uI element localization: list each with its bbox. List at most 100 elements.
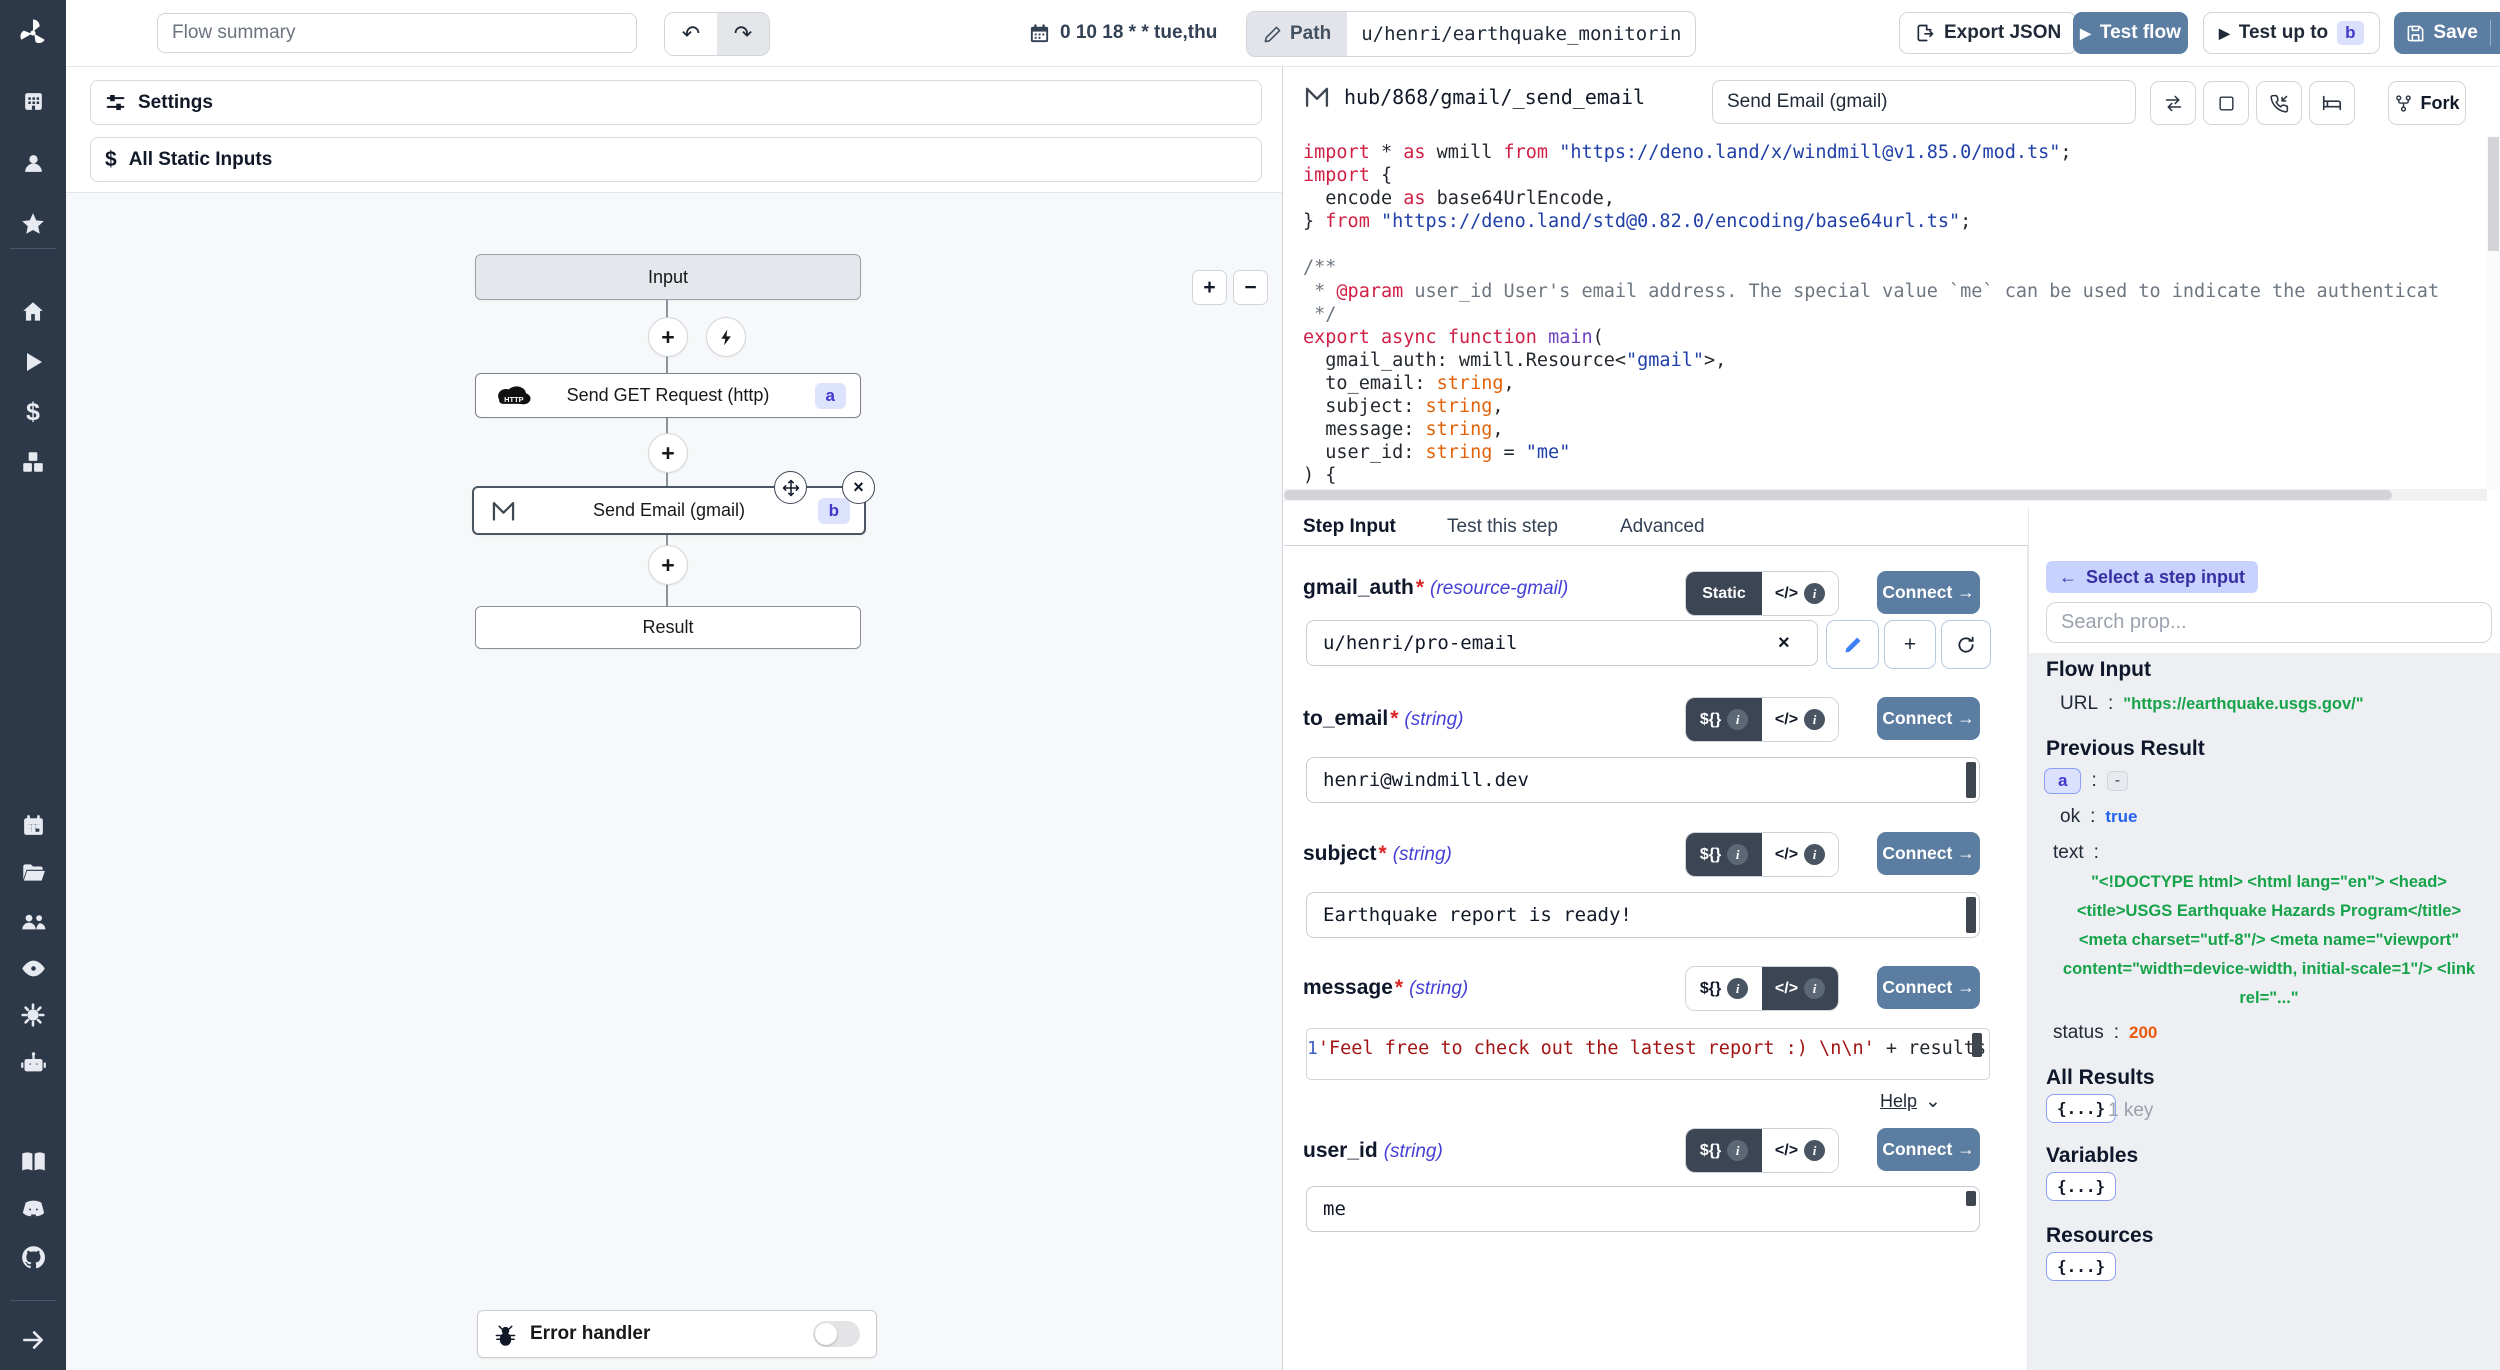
prop-value[interactable]: true xyxy=(2105,807,2137,827)
collapse-chip[interactable]: - xyxy=(2107,771,2128,791)
textarea-resize-handle[interactable] xyxy=(1966,897,1976,933)
prop-value[interactable]: "https://earthquake.usgs.gov/" xyxy=(2123,695,2363,714)
textarea-resize-handle[interactable] xyxy=(1966,762,1976,798)
code-editor[interactable]: import * as wmill from "https://deno.lan… xyxy=(1303,141,2471,489)
info-icon[interactable]: i xyxy=(1804,583,1825,604)
flow-graph-canvas[interactable]: + − Input + HTTP Send GET Request (http)… xyxy=(66,192,1282,1370)
to-email-input[interactable] xyxy=(1306,757,1980,803)
sidebar-item-favorites[interactable] xyxy=(0,202,66,246)
scrollbar-thumb[interactable] xyxy=(2488,137,2499,251)
variables-object-chip[interactable]: {...} xyxy=(2046,1172,2116,1201)
flow-node-result[interactable]: Result xyxy=(475,606,861,649)
step-a-chip[interactable]: a xyxy=(2044,768,2081,794)
info-icon[interactable]: i xyxy=(1804,844,1825,865)
sidebar-item-schedules[interactable] xyxy=(0,803,66,847)
all-results-object-chip[interactable]: {...} xyxy=(2046,1094,2116,1123)
zoom-in-button[interactable]: + xyxy=(1192,270,1227,305)
all-static-inputs-row[interactable]: $ All Static Inputs xyxy=(90,137,1262,182)
expand-editor-button[interactable] xyxy=(2203,81,2249,125)
flow-node-send-email-selected[interactable]: Send Email (gmail) b xyxy=(472,486,866,535)
flow-node-get-request[interactable]: HTTP Send GET Request (http) a xyxy=(475,373,861,418)
tab-advanced[interactable]: Advanced xyxy=(1620,507,1705,546)
save-button[interactable]: Save ⌄ xyxy=(2394,12,2500,54)
info-icon[interactable]: i xyxy=(1804,978,1825,999)
textarea-resize-handle[interactable] xyxy=(1966,1191,1976,1206)
test-flow-button[interactable]: ▶ Test flow xyxy=(2073,12,2188,54)
mode-static[interactable]: ${}i xyxy=(1686,967,1762,1010)
prop-value[interactable]: 200 xyxy=(2129,1023,2157,1043)
sidebar-item-discord[interactable] xyxy=(0,1187,66,1231)
sidebar-item-docs[interactable] xyxy=(0,1139,66,1183)
prop-row-ok[interactable]: ok: true xyxy=(2060,806,2137,828)
flow-settings-row[interactable]: Settings xyxy=(90,80,1262,125)
undo-button[interactable]: ↶ xyxy=(665,13,717,55)
sidebar-item-runs[interactable] xyxy=(0,340,66,384)
message-code-editor[interactable]: 1 'Feel free to check out the latest rep… xyxy=(1306,1028,1990,1080)
refresh-resource-button[interactable] xyxy=(1941,620,1991,669)
sidebar-item-variables[interactable]: $ xyxy=(0,390,66,434)
sidebar-item-workspace[interactable] xyxy=(0,79,66,123)
prop-row-text[interactable]: text: xyxy=(2053,842,2099,864)
add-step-button[interactable]: + xyxy=(648,545,688,585)
diff-mode-button[interactable] xyxy=(2309,81,2355,125)
tab-test-this-step[interactable]: Test this step xyxy=(1447,507,1558,546)
test-up-to-button[interactable]: ▶ Test up to b xyxy=(2203,12,2380,54)
mode-static[interactable]: Static xyxy=(1686,572,1762,615)
sidebar-item-folders[interactable] xyxy=(0,851,66,895)
info-icon[interactable]: i xyxy=(1804,709,1825,730)
connect-button-gmail-auth[interactable]: Connect → xyxy=(1877,571,1980,614)
select-step-input-button[interactable]: ← Select a step input xyxy=(2046,561,2258,593)
textarea-resize-handle[interactable] xyxy=(1972,1033,1982,1057)
windmill-logo[interactable] xyxy=(0,10,66,56)
redo-button[interactable]: ↷ xyxy=(717,13,769,55)
sidebar-item-groups[interactable] xyxy=(0,899,66,943)
flow-node-input[interactable]: Input xyxy=(475,254,861,300)
mode-javascript[interactable]: </>i xyxy=(1762,698,1838,741)
info-icon[interactable]: i xyxy=(1804,1140,1825,1161)
sidebar-item-home[interactable] xyxy=(0,290,66,334)
prop-row-status[interactable]: status: 200 xyxy=(2053,1022,2157,1044)
delete-step-button[interactable]: × xyxy=(842,471,875,504)
mode-static[interactable]: ${}i xyxy=(1686,698,1762,741)
code-horizontal-scrollbar[interactable] xyxy=(1284,489,2487,501)
mode-static[interactable]: ${}i xyxy=(1686,833,1762,876)
sidebar-item-github[interactable] xyxy=(0,1235,66,1279)
clear-resource-icon[interactable]: × xyxy=(1778,632,1790,655)
code-vertical-scrollbar[interactable] xyxy=(2487,136,2500,489)
add-step-button[interactable]: + xyxy=(648,433,688,473)
schedule-cron[interactable]: 0 10 18 * * tue,thu xyxy=(1028,0,1217,66)
info-icon[interactable]: i xyxy=(1727,1140,1748,1161)
step-name-input[interactable] xyxy=(1712,80,2136,124)
prop-row-url[interactable]: URL: "https://earthquake.usgs.gov/" xyxy=(2060,693,2364,715)
sidebar-item-resources[interactable] xyxy=(0,440,66,484)
export-json-button[interactable]: Export JSON xyxy=(1899,12,2077,54)
trigger-button[interactable] xyxy=(706,317,746,357)
path-group[interactable]: Path u/henri/earthquake_monitorin xyxy=(1246,11,1696,57)
user-id-input[interactable] xyxy=(1306,1186,1980,1232)
error-handler-toggle[interactable] xyxy=(813,1321,860,1347)
flow-summary-input[interactable] xyxy=(157,13,637,53)
connect-button-subject[interactable]: Connect → xyxy=(1877,832,1980,875)
connect-button-user-id[interactable]: Connect → xyxy=(1877,1128,1980,1171)
search-prop-input[interactable] xyxy=(2046,602,2492,643)
mode-javascript[interactable]: </>i xyxy=(1762,1129,1838,1172)
mode-javascript[interactable]: </>i xyxy=(1762,833,1838,876)
connect-button-message[interactable]: Connect → xyxy=(1877,966,1980,1009)
mode-javascript[interactable]: </>i xyxy=(1762,967,1838,1010)
path-chip[interactable]: Path xyxy=(1247,12,1347,56)
zoom-out-button[interactable]: − xyxy=(1233,270,1268,305)
sidebar-expand-button[interactable] xyxy=(0,1318,66,1362)
resources-object-chip[interactable]: {...} xyxy=(2046,1252,2116,1281)
tab-step-input[interactable]: Step Input xyxy=(1303,507,1396,549)
mode-javascript[interactable]: </>i xyxy=(1762,572,1838,615)
info-icon[interactable]: i xyxy=(1727,844,1748,865)
sidebar-item-settings[interactable] xyxy=(0,993,66,1037)
fork-button[interactable]: Fork xyxy=(2388,81,2466,125)
sidebar-item-user[interactable] xyxy=(0,141,66,185)
message-code-line[interactable]: 'Feel free to check out the latest repor… xyxy=(1318,1029,1990,1079)
text-value[interactable]: "<!DOCTYPE html> <html lang="en"> <head>… xyxy=(2056,868,2482,1013)
mode-static[interactable]: ${}i xyxy=(1686,1129,1762,1172)
move-step-handle[interactable] xyxy=(774,471,807,504)
info-icon[interactable]: i xyxy=(1727,709,1748,730)
add-step-button[interactable]: + xyxy=(648,317,688,357)
